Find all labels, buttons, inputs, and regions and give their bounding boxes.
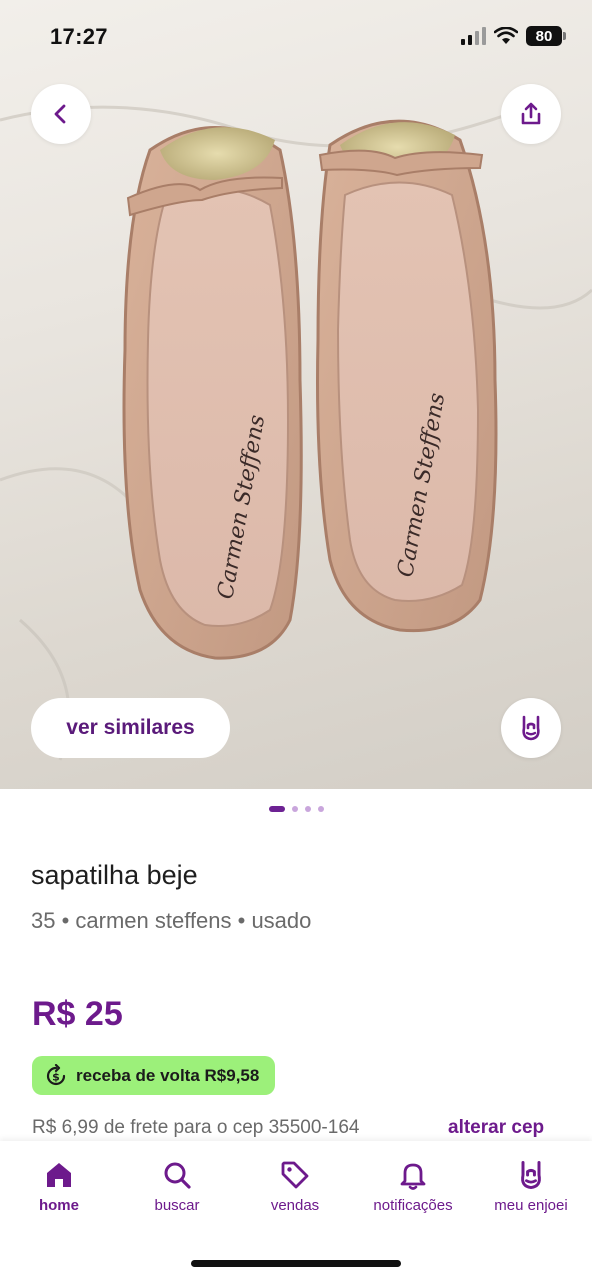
signal-icon bbox=[461, 27, 486, 45]
chevron-left-icon bbox=[54, 104, 66, 124]
product-photo[interactable]: Carmen Steffens Carmen Steffens 17:27 80… bbox=[0, 0, 592, 789]
share-icon bbox=[521, 102, 541, 125]
tab-label: buscar bbox=[154, 1197, 200, 1214]
image-pager[interactable] bbox=[0, 806, 592, 812]
shipping-text: R$ 6,99 de frete para o cep 35500-164 bbox=[32, 1117, 360, 1138]
cashback-badge[interactable]: $ receba de volta R$9,58 bbox=[32, 1056, 276, 1095]
tab-home[interactable]: home bbox=[0, 1159, 118, 1214]
see-similar-button[interactable]: ver similares bbox=[31, 698, 230, 758]
left-shoe: Carmen Steffens bbox=[122, 126, 303, 660]
svg-text:$: $ bbox=[52, 1070, 60, 1083]
share-button[interactable] bbox=[501, 84, 561, 144]
pager-dot[interactable] bbox=[317, 806, 324, 812]
pager-dot[interactable] bbox=[304, 806, 311, 812]
tab-label: notificações bbox=[373, 1197, 453, 1214]
tab-label: meu enjoei bbox=[494, 1197, 568, 1214]
enjoei-reaction-button[interactable] bbox=[501, 698, 561, 758]
product-title: sapatilha beje bbox=[31, 860, 198, 890]
search-icon bbox=[164, 1162, 191, 1189]
home-icon bbox=[47, 1163, 71, 1187]
rock-hand-icon bbox=[521, 1160, 541, 1190]
tab-search[interactable]: buscar bbox=[118, 1159, 236, 1214]
battery-indicator: 80 bbox=[526, 26, 566, 46]
change-cep-link[interactable]: alterar cep bbox=[448, 1117, 544, 1139]
pager-dot-active[interactable] bbox=[268, 806, 285, 812]
tab-label: home bbox=[38, 1197, 79, 1214]
right-shoe: Carmen Steffens bbox=[316, 119, 498, 633]
cashback-text: receba de volta R$9,58 bbox=[76, 1065, 260, 1085]
tab-my-enjoei[interactable]: meu enjoei bbox=[472, 1159, 590, 1214]
bottom-tab-bar: home buscar vendas notificações meu enjo… bbox=[0, 1141, 592, 1280]
tab-notifications[interactable]: notificações bbox=[354, 1159, 472, 1214]
tab-label: vendas bbox=[270, 1197, 320, 1214]
pager-dot[interactable] bbox=[291, 806, 298, 812]
back-button[interactable] bbox=[31, 84, 91, 144]
bell-icon bbox=[400, 1163, 426, 1190]
product-meta: 35 • carmen steffens • usado bbox=[31, 908, 312, 933]
tab-sales[interactable]: vendas bbox=[236, 1159, 354, 1214]
status-bar: 17:27 80 bbox=[0, 0, 592, 70]
wifi-icon bbox=[494, 27, 518, 44]
product-price: R$ 25 bbox=[32, 995, 123, 1033]
cashback-icon: $ bbox=[46, 1063, 66, 1085]
home-indicator[interactable] bbox=[191, 1260, 401, 1267]
rock-hand-icon bbox=[522, 715, 540, 741]
status-time: 17:27 bbox=[50, 24, 108, 49]
shipping-row: R$ 6,99 de frete para o cep 35500-164 al… bbox=[32, 1117, 552, 1139]
tag-icon bbox=[281, 1161, 309, 1189]
